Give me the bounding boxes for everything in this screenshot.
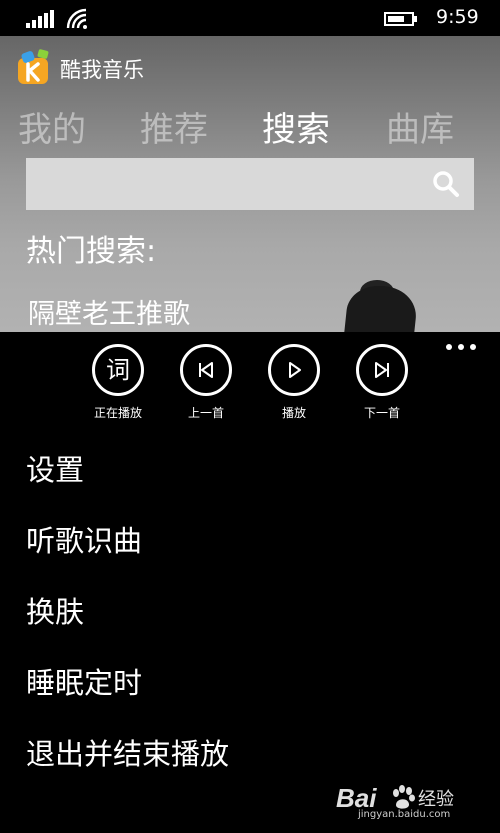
search-input[interactable] [26,158,474,210]
now-playing-label: 正在播放 [93,406,142,420]
search-page-background: 9:59 酷我音乐 我的 推荐 搜索 曲库 热门搜索: 隔壁老王推歌 [0,0,500,332]
search-icon[interactable] [432,170,460,198]
pivot-tabs: 我的 推荐 搜索 曲库 [18,102,498,150]
menu-item-settings[interactable]: 设置 [26,450,486,521]
status-time: 9:59 [436,6,479,28]
battery-icon [384,12,417,26]
signal-strength-icon [26,10,54,28]
menu-item-song-recognition[interactable]: 听歌识曲 [26,521,486,592]
lyrics-icon: 词 [92,344,144,396]
play-icon [268,344,320,396]
phone-screen: 9:59 酷我音乐 我的 推荐 搜索 曲库 热门搜索: 隔壁老王推歌 词 正在播… [0,0,500,833]
previous-button[interactable]: 上一首 [166,344,246,428]
watermark-brand-cn: 经验 [418,789,454,810]
next-button[interactable]: 下一首 [342,344,422,428]
app-bar-menu-list: 设置 听歌识曲 换肤 睡眠定时 退出并结束播放 [26,450,486,805]
next-icon [356,344,408,396]
app-title: 酷我音乐 [60,58,144,82]
previous-label: 上一首 [187,406,224,420]
hot-search-item[interactable]: 隔壁老王推歌 [28,292,190,331]
app-bar-menu: 词 正在播放 上一首 播放 下一首 设置 听歌识曲 换肤 睡眠定时 退出并结束播… [0,332,500,833]
background-photo-rock [342,286,420,332]
menu-item-skin[interactable]: 换肤 [26,592,486,663]
baidu-paw-icon [393,785,415,809]
play-button[interactable]: 播放 [254,344,334,428]
previous-icon [180,344,232,396]
hot-search-label: 热门搜索: [26,234,157,269]
now-playing-button[interactable]: 词 正在播放 [78,344,158,428]
tab-library[interactable]: 曲库 [386,102,454,151]
next-label: 下一首 [363,406,400,420]
tab-recommend[interactable]: 推荐 [140,102,208,151]
more-options-icon[interactable] [444,344,478,354]
tab-mine[interactable]: 我的 [18,102,86,151]
baidu-jingyan-watermark: Bai 经验 jingyan.baidu.com [336,783,476,820]
play-label: 播放 [281,406,306,420]
kuwo-logo-icon [18,49,49,84]
wifi-icon [66,8,87,29]
tab-search[interactable]: 搜索 [262,102,330,151]
status-bar: 9:59 [0,0,500,36]
menu-item-sleep-timer[interactable]: 睡眠定时 [26,663,486,734]
watermark-url: jingyan.baidu.com [358,809,451,820]
